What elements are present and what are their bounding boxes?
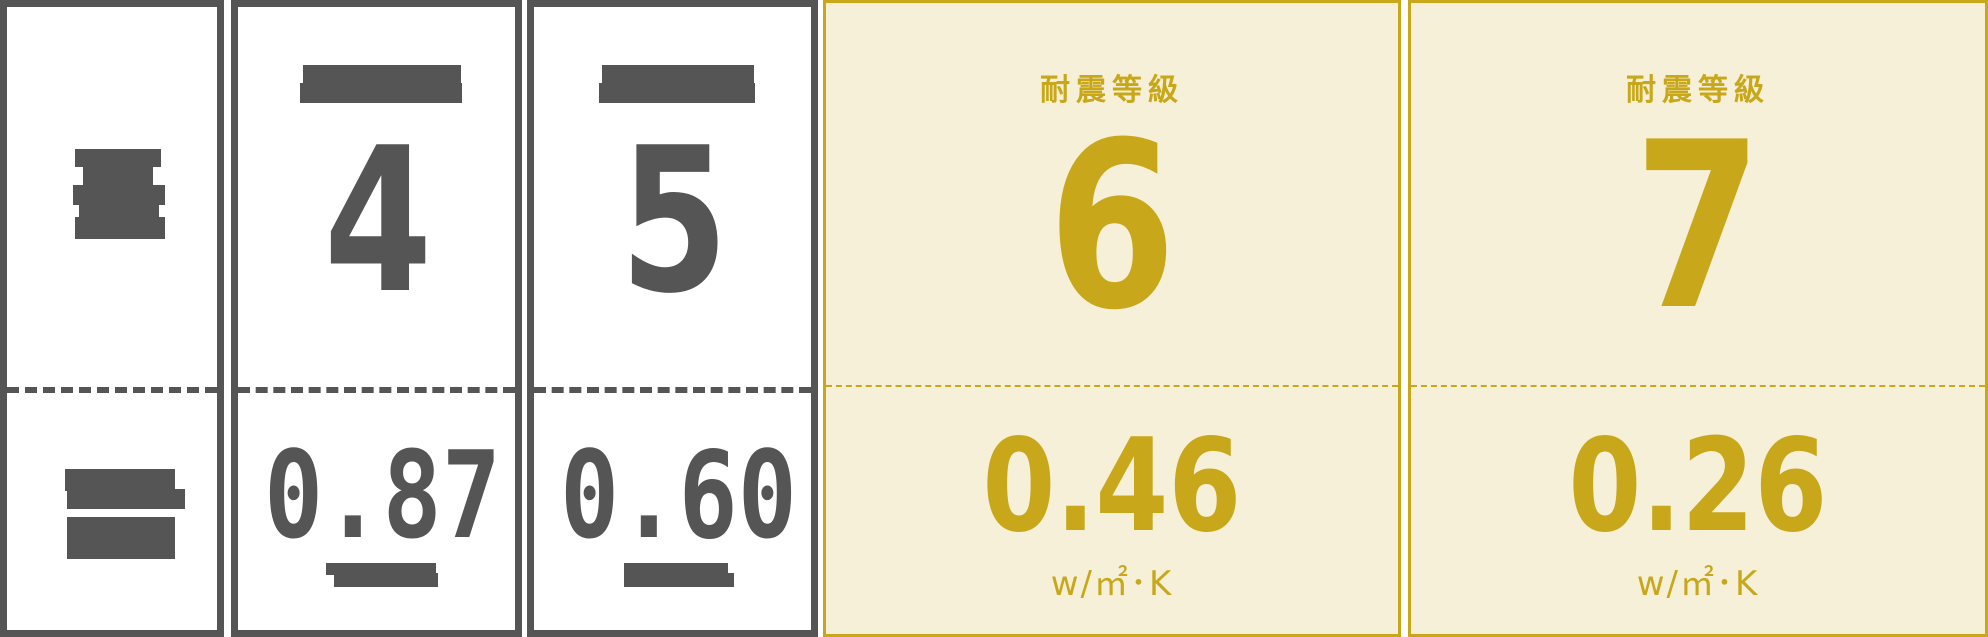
grade-4-number: 4 — [323, 105, 433, 338]
grade-5-number: 5 — [619, 105, 729, 338]
column-divider — [534, 387, 811, 393]
grade-7-unit-wrap: w/㎡･K — [1411, 556, 1985, 605]
grade-4-column: 4 0.87 — [231, 0, 522, 637]
grade-4-number-wrap: 4 — [238, 122, 515, 322]
grade-7-number: 7 — [1633, 94, 1763, 361]
grade-5-value-wrap: 0.60 — [534, 437, 811, 557]
column-divider — [238, 387, 515, 393]
grade-5-value: 0.60 — [560, 427, 797, 566]
grade-7-value-wrap: 0.26 — [1411, 423, 1985, 551]
grade-4-value: 0.87 — [264, 427, 501, 566]
grade-6-unit-wrap: w/㎡･K — [826, 556, 1398, 605]
grade-7-column: 耐震等級 7 0.26 w/㎡･K — [1408, 0, 1988, 637]
header-column — [0, 0, 224, 637]
column-divider — [7, 387, 217, 393]
grade-6-number-wrap: 6 — [826, 113, 1398, 343]
grade-5-number-wrap: 5 — [534, 122, 811, 322]
column-divider — [1411, 385, 1985, 387]
grade-7-value: 0.26 — [1568, 412, 1828, 561]
grade-4-value-wrap: 0.87 — [238, 437, 515, 557]
column-divider — [826, 385, 1398, 387]
grade-6-value: 0.46 — [982, 412, 1242, 561]
grade-6-number: 6 — [1047, 94, 1177, 361]
grade-comparison-table: 4 0.87 5 0.60 耐震等級 6 0.46 w/㎡･K 耐震等級 7 0… — [0, 0, 1988, 637]
grade-6-column: 耐震等級 6 0.46 w/㎡･K — [823, 0, 1401, 637]
grade-5-column: 5 0.60 — [527, 0, 818, 637]
grade-7-number-wrap: 7 — [1411, 113, 1985, 343]
grade-6-unit: w/㎡･K — [1050, 564, 1174, 604]
grade-6-value-wrap: 0.46 — [826, 423, 1398, 551]
grade-7-unit: w/㎡･K — [1636, 564, 1760, 604]
